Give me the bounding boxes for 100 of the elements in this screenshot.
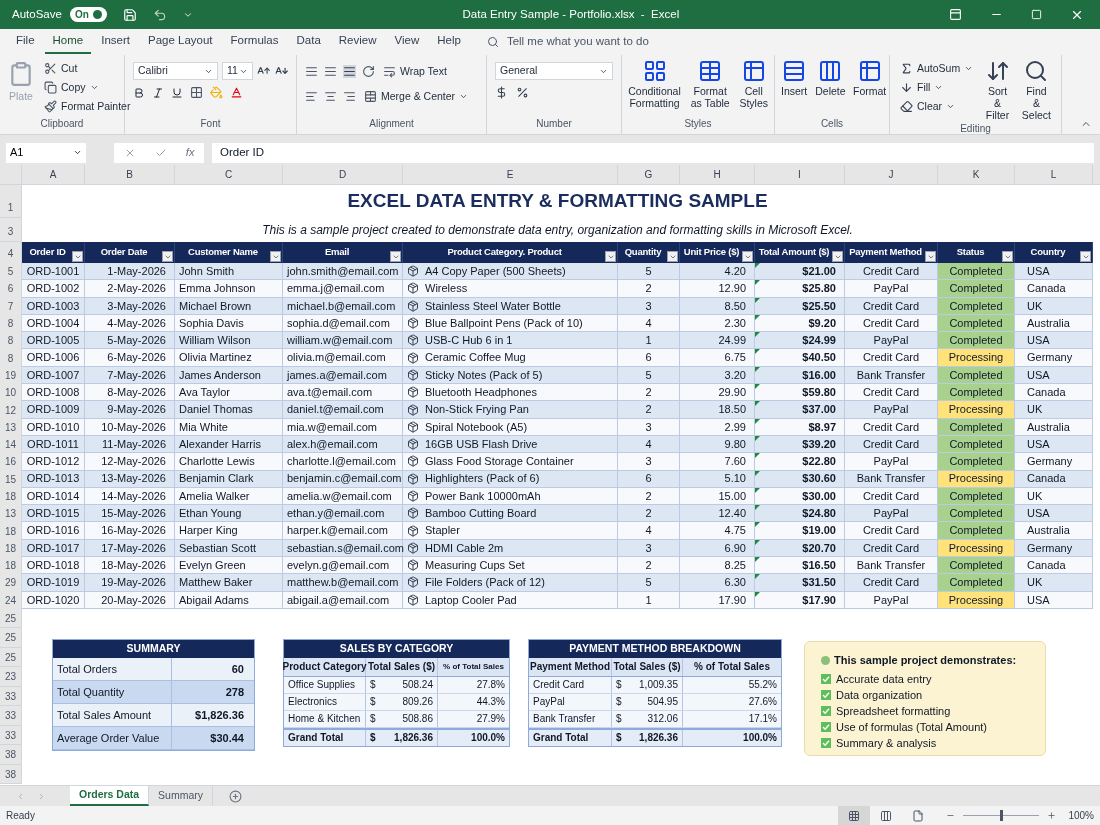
- table-cell-text: ORD-1005: [26, 333, 80, 349]
- table-cell-text: Credit Card: [862, 419, 920, 435]
- ribbon-button[interactable]: Fill: [898, 78, 976, 97]
- ribbon-button[interactable]: Conditional Formatting: [626, 59, 683, 109]
- zoom-in-icon[interactable]: [1047, 811, 1056, 820]
- ribbon-button[interactable]: AutoSum: [898, 59, 976, 78]
- align-right-icon[interactable]: [343, 90, 356, 103]
- align-center-icon[interactable]: [324, 90, 337, 103]
- filter-button[interactable]: [925, 251, 936, 262]
- slider-thumb[interactable]: [1000, 810, 1003, 821]
- row-number: 38: [0, 764, 22, 785]
- table-cell-text: Total Orders: [57, 661, 117, 677]
- underline-icon[interactable]: [171, 86, 183, 99]
- name-box[interactable]: A1: [6, 142, 86, 163]
- filter-button[interactable]: [162, 251, 173, 262]
- autosave-toggle[interactable]: On: [69, 7, 107, 22]
- font-color-icon[interactable]: [230, 86, 243, 99]
- table-cell-text: william.w@email.com: [287, 333, 393, 349]
- ribbon-button[interactable]: Format as Table: [687, 59, 734, 109]
- menu-tab[interactable]: Help: [429, 30, 469, 54]
- column-letter: G: [618, 165, 680, 184]
- italic-icon[interactable]: [152, 86, 164, 99]
- ribbon-button[interactable]: Format: [851, 59, 888, 97]
- bold-icon[interactable]: [133, 86, 145, 99]
- menu-tab[interactable]: Formulas: [222, 30, 287, 54]
- add-sheet-icon[interactable]: [229, 789, 243, 803]
- menu-tab[interactable]: Data: [288, 30, 329, 54]
- error-indicator-icon: [755, 522, 760, 528]
- align-bottom-icon[interactable]: [343, 65, 356, 78]
- table-cell-text: Bank Transfer: [856, 367, 926, 383]
- table-cell-text: Bluetooth Headphones: [425, 385, 537, 400]
- ribbon-button[interactable]: Clear: [898, 97, 976, 116]
- ribbon-button[interactable]: Delete: [813, 59, 848, 97]
- ribbon-button[interactable]: Cell Styles: [737, 59, 770, 109]
- menu-tab[interactable]: File: [8, 30, 43, 54]
- table-cell-text: Bank Transfer: [856, 557, 926, 573]
- table-cell-text: john.smith@email.com: [287, 263, 399, 279]
- wrap-text-button[interactable]: Wrap Text: [381, 62, 449, 81]
- merge-center-button[interactable]: Merge & Center: [362, 87, 471, 106]
- column-letter: A: [22, 165, 85, 184]
- align-left-icon[interactable]: [305, 90, 318, 103]
- fill-color-icon[interactable]: [210, 86, 223, 99]
- column-letter: H: [680, 165, 755, 184]
- column-header: Product Category: [282, 660, 367, 675]
- save-icon[interactable]: [122, 7, 137, 22]
- zoom-slider[interactable]: [963, 810, 1039, 821]
- number-format-field[interactable]: General: [495, 62, 613, 80]
- ribbon-button[interactable]: Find & Select: [1019, 59, 1053, 121]
- font-size-field[interactable]: 11: [221, 62, 254, 80]
- table-cell-text: 18.50: [718, 402, 746, 418]
- table-cell-text: ORD-1008: [26, 385, 80, 400]
- table-cell-text: Benjamin Clark: [179, 471, 254, 487]
- table-cell-text: 9-May-2026: [107, 402, 166, 418]
- view-button[interactable]: [838, 806, 870, 825]
- borders-icon[interactable]: [190, 86, 203, 99]
- box-icon: [407, 559, 419, 572]
- table-cell-text: 809.26: [402, 695, 433, 710]
- filter-button[interactable]: [72, 251, 83, 262]
- ribbon-button[interactable]: Insert: [779, 59, 810, 97]
- currency-icon[interactable]: [495, 86, 508, 99]
- ribbon-button[interactable]: Copy: [42, 78, 133, 97]
- align-middle-icon[interactable]: [324, 65, 337, 78]
- filter-button[interactable]: [390, 251, 401, 262]
- table-cell-text: 6.75: [724, 350, 746, 366]
- tell-me-field[interactable]: Tell me what you want to do: [506, 33, 707, 51]
- table-cell-text: ORD-1017: [26, 540, 80, 556]
- ribbon-button[interactable]: Cut: [42, 59, 133, 78]
- insert-function-button[interactable]: fx: [185, 144, 195, 161]
- table-cell-text: PayPal: [873, 506, 909, 522]
- align-top-icon[interactable]: [305, 65, 318, 78]
- filter-button[interactable]: [270, 251, 281, 262]
- row-number: 25: [0, 647, 22, 668]
- menu-tab[interactable]: Review: [330, 30, 385, 54]
- font-name-field[interactable]: Calibri: [133, 62, 218, 80]
- table-cell-text: 8-May-2026: [107, 385, 166, 400]
- filter-button[interactable]: [832, 251, 843, 262]
- undo-icon[interactable]: [152, 7, 167, 22]
- ribbon-button[interactable]: Sort & Filter: [983, 59, 1012, 121]
- menu-tab[interactable]: Insert: [93, 30, 138, 54]
- ribbon-display-icon[interactable]: [949, 8, 962, 21]
- table-cell-text: 2.30: [724, 315, 746, 331]
- filter-button[interactable]: [742, 251, 753, 262]
- error-indicator-icon: [755, 470, 760, 476]
- filter-button[interactable]: [1002, 251, 1013, 262]
- percent-icon[interactable]: [516, 86, 529, 99]
- table-cell-text: $19.00: [802, 523, 836, 539]
- orientation-icon[interactable]: [362, 65, 375, 78]
- ribbon-button[interactable]: Format Painter: [42, 97, 133, 116]
- menu-tab[interactable]: View: [386, 30, 428, 54]
- columns-icon: [818, 59, 843, 83]
- menu-tab[interactable]: Page Layout: [140, 30, 221, 54]
- filter-button[interactable]: [667, 251, 678, 262]
- formula-field[interactable]: Order ID: [212, 142, 1094, 163]
- table-cell-text: mia.w@email.com: [287, 419, 377, 435]
- table-cell-text: $16.00: [802, 367, 836, 383]
- maximize-icon[interactable]: [1031, 9, 1042, 20]
- filter-button[interactable]: [605, 251, 616, 262]
- sheet-tab[interactable]: Orders Data: [70, 786, 150, 806]
- filter-button[interactable]: [1080, 251, 1091, 262]
- box-icon: [407, 541, 419, 554]
